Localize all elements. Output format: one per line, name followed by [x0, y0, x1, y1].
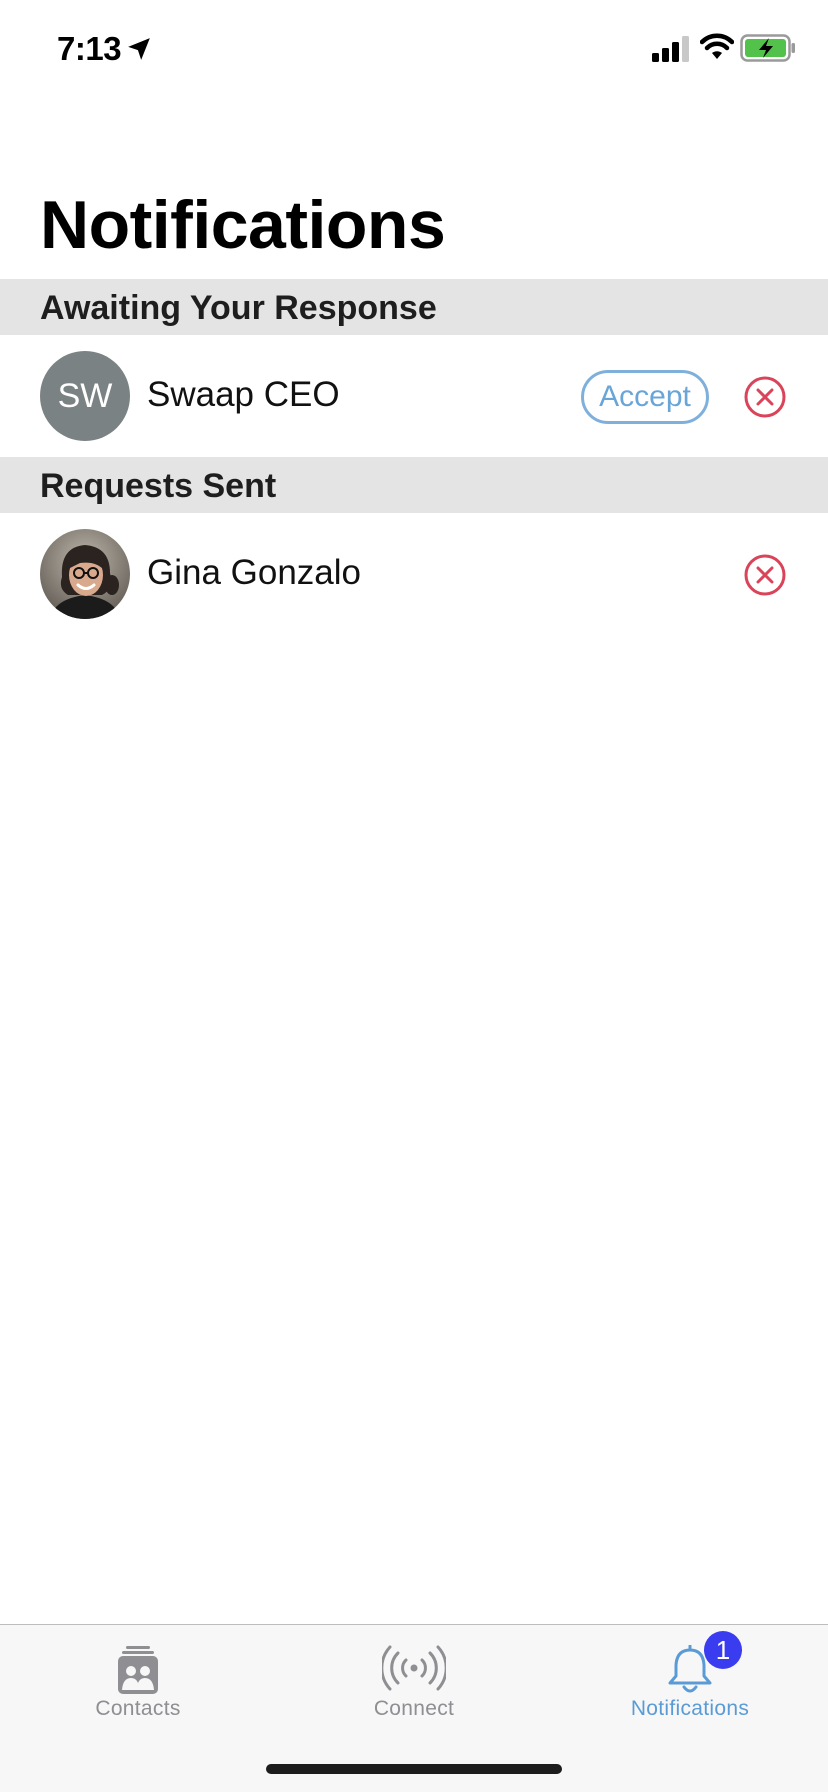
- contacts-icon: [118, 1646, 158, 1694]
- status-time: 7:13: [57, 30, 122, 67]
- tab-connect[interactable]: Connect: [276, 1625, 552, 1735]
- avatar: SW: [40, 351, 130, 441]
- tab-label: Notifications: [630, 1697, 750, 1720]
- tab-notifications[interactable]: Notifications: [552, 1625, 828, 1735]
- request-row-incoming[interactable]: SW Swaap CEO Accept: [0, 335, 828, 457]
- section-header-label: Awaiting Your Response: [40, 289, 437, 327]
- section-header-awaiting: Awaiting Your Response: [0, 279, 828, 335]
- contact-name: Gina Gonzalo: [147, 553, 362, 592]
- home-indicator[interactable]: [266, 1764, 562, 1774]
- page-title: Notifications: [40, 187, 446, 263]
- contact-name: Swaap CEO: [147, 375, 340, 414]
- avatar-photo: [40, 529, 130, 619]
- broadcast-icon: [382, 1645, 446, 1691]
- accept-button[interactable]: Accept: [581, 370, 709, 424]
- wifi-icon: [700, 33, 734, 59]
- tab-label: Connect: [373, 1697, 455, 1720]
- avatar-initials: SW: [57, 376, 113, 415]
- request-row-sent[interactable]: Gina Gonzalo: [0, 513, 828, 635]
- cancel-x-circle-icon[interactable]: [743, 553, 787, 597]
- battery-charging-icon: [740, 34, 795, 62]
- notifications-screen: 7:13 Notifications Awaiting Your Respons…: [0, 0, 828, 1792]
- status-bar: 7:13: [0, 0, 828, 100]
- location-arrow-icon: [128, 38, 150, 60]
- cellular-signal-icon: [652, 36, 689, 62]
- decline-x-circle-icon[interactable]: [743, 375, 787, 419]
- tab-label: Contacts: [95, 1697, 181, 1720]
- tab-contacts[interactable]: Contacts: [0, 1625, 276, 1735]
- section-header-sent: Requests Sent: [0, 457, 828, 513]
- section-header-label: Requests Sent: [40, 467, 277, 505]
- person-photo-icon: [40, 529, 130, 619]
- notification-count-badge: 1: [704, 1631, 742, 1669]
